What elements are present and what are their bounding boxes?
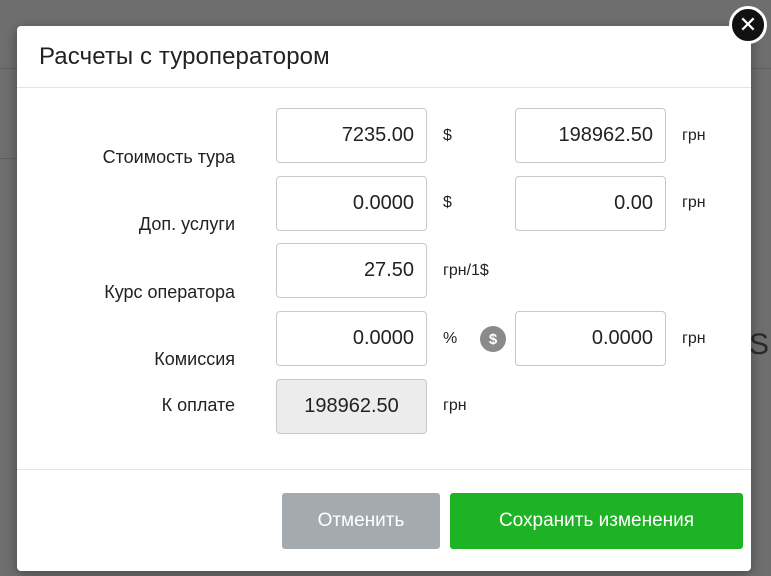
operator-rate-label: Курс оператора — [104, 282, 235, 302]
save-changes-button[interactable]: Сохранить изменения — [450, 493, 743, 549]
tour-cost-uah-input[interactable] — [515, 108, 666, 163]
backdrop-text-fragment: S — [749, 328, 770, 361]
to-pay-amount: 198962.50 — [304, 395, 399, 417]
extra-services-label: Доп. услуги — [138, 214, 235, 234]
commission-percent-input[interactable] — [276, 311, 427, 366]
commission-percent-unit: % — [443, 330, 458, 347]
backdrop-divider — [751, 68, 771, 69]
dialog-footer: Отменить Сохранить изменения — [17, 469, 751, 571]
tour-operator-settlement-dialog: Расчеты с туроператором Стоимость тура $… — [17, 26, 751, 571]
operator-rate-input[interactable] — [276, 243, 427, 298]
backdrop-divider — [0, 158, 17, 159]
to-pay-unit: грн — [443, 397, 467, 414]
dialog-header: Расчеты с туроператором — [17, 26, 751, 88]
backdrop-divider — [0, 68, 17, 69]
tour-cost-usd-input[interactable] — [276, 108, 427, 163]
extra-services-uah-input[interactable] — [515, 176, 666, 231]
to-pay-label: К оплате — [161, 395, 235, 415]
cancel-button[interactable]: Отменить — [282, 493, 440, 549]
commission-uah-unit: грн — [682, 330, 706, 347]
extra-services-usd-unit: $ — [443, 194, 452, 211]
close-icon[interactable]: ✕ — [729, 6, 767, 44]
to-pay-value: 198962.50 — [276, 379, 427, 434]
tour-cost-usd-unit: $ — [443, 127, 452, 144]
tour-cost-uah-unit: грн — [682, 127, 706, 144]
tour-cost-label: Стоимость тура — [102, 147, 235, 167]
extra-services-uah-unit: грн — [682, 194, 706, 211]
operator-rate-unit: грн/1$ — [443, 262, 489, 279]
dialog-title: Расчеты с туроператором — [39, 43, 330, 70]
commission-uah-input[interactable] — [515, 311, 666, 366]
extra-services-usd-input[interactable] — [276, 176, 427, 231]
commission-label: Комиссия — [154, 349, 235, 369]
dollar-icon[interactable]: $ — [480, 326, 506, 352]
